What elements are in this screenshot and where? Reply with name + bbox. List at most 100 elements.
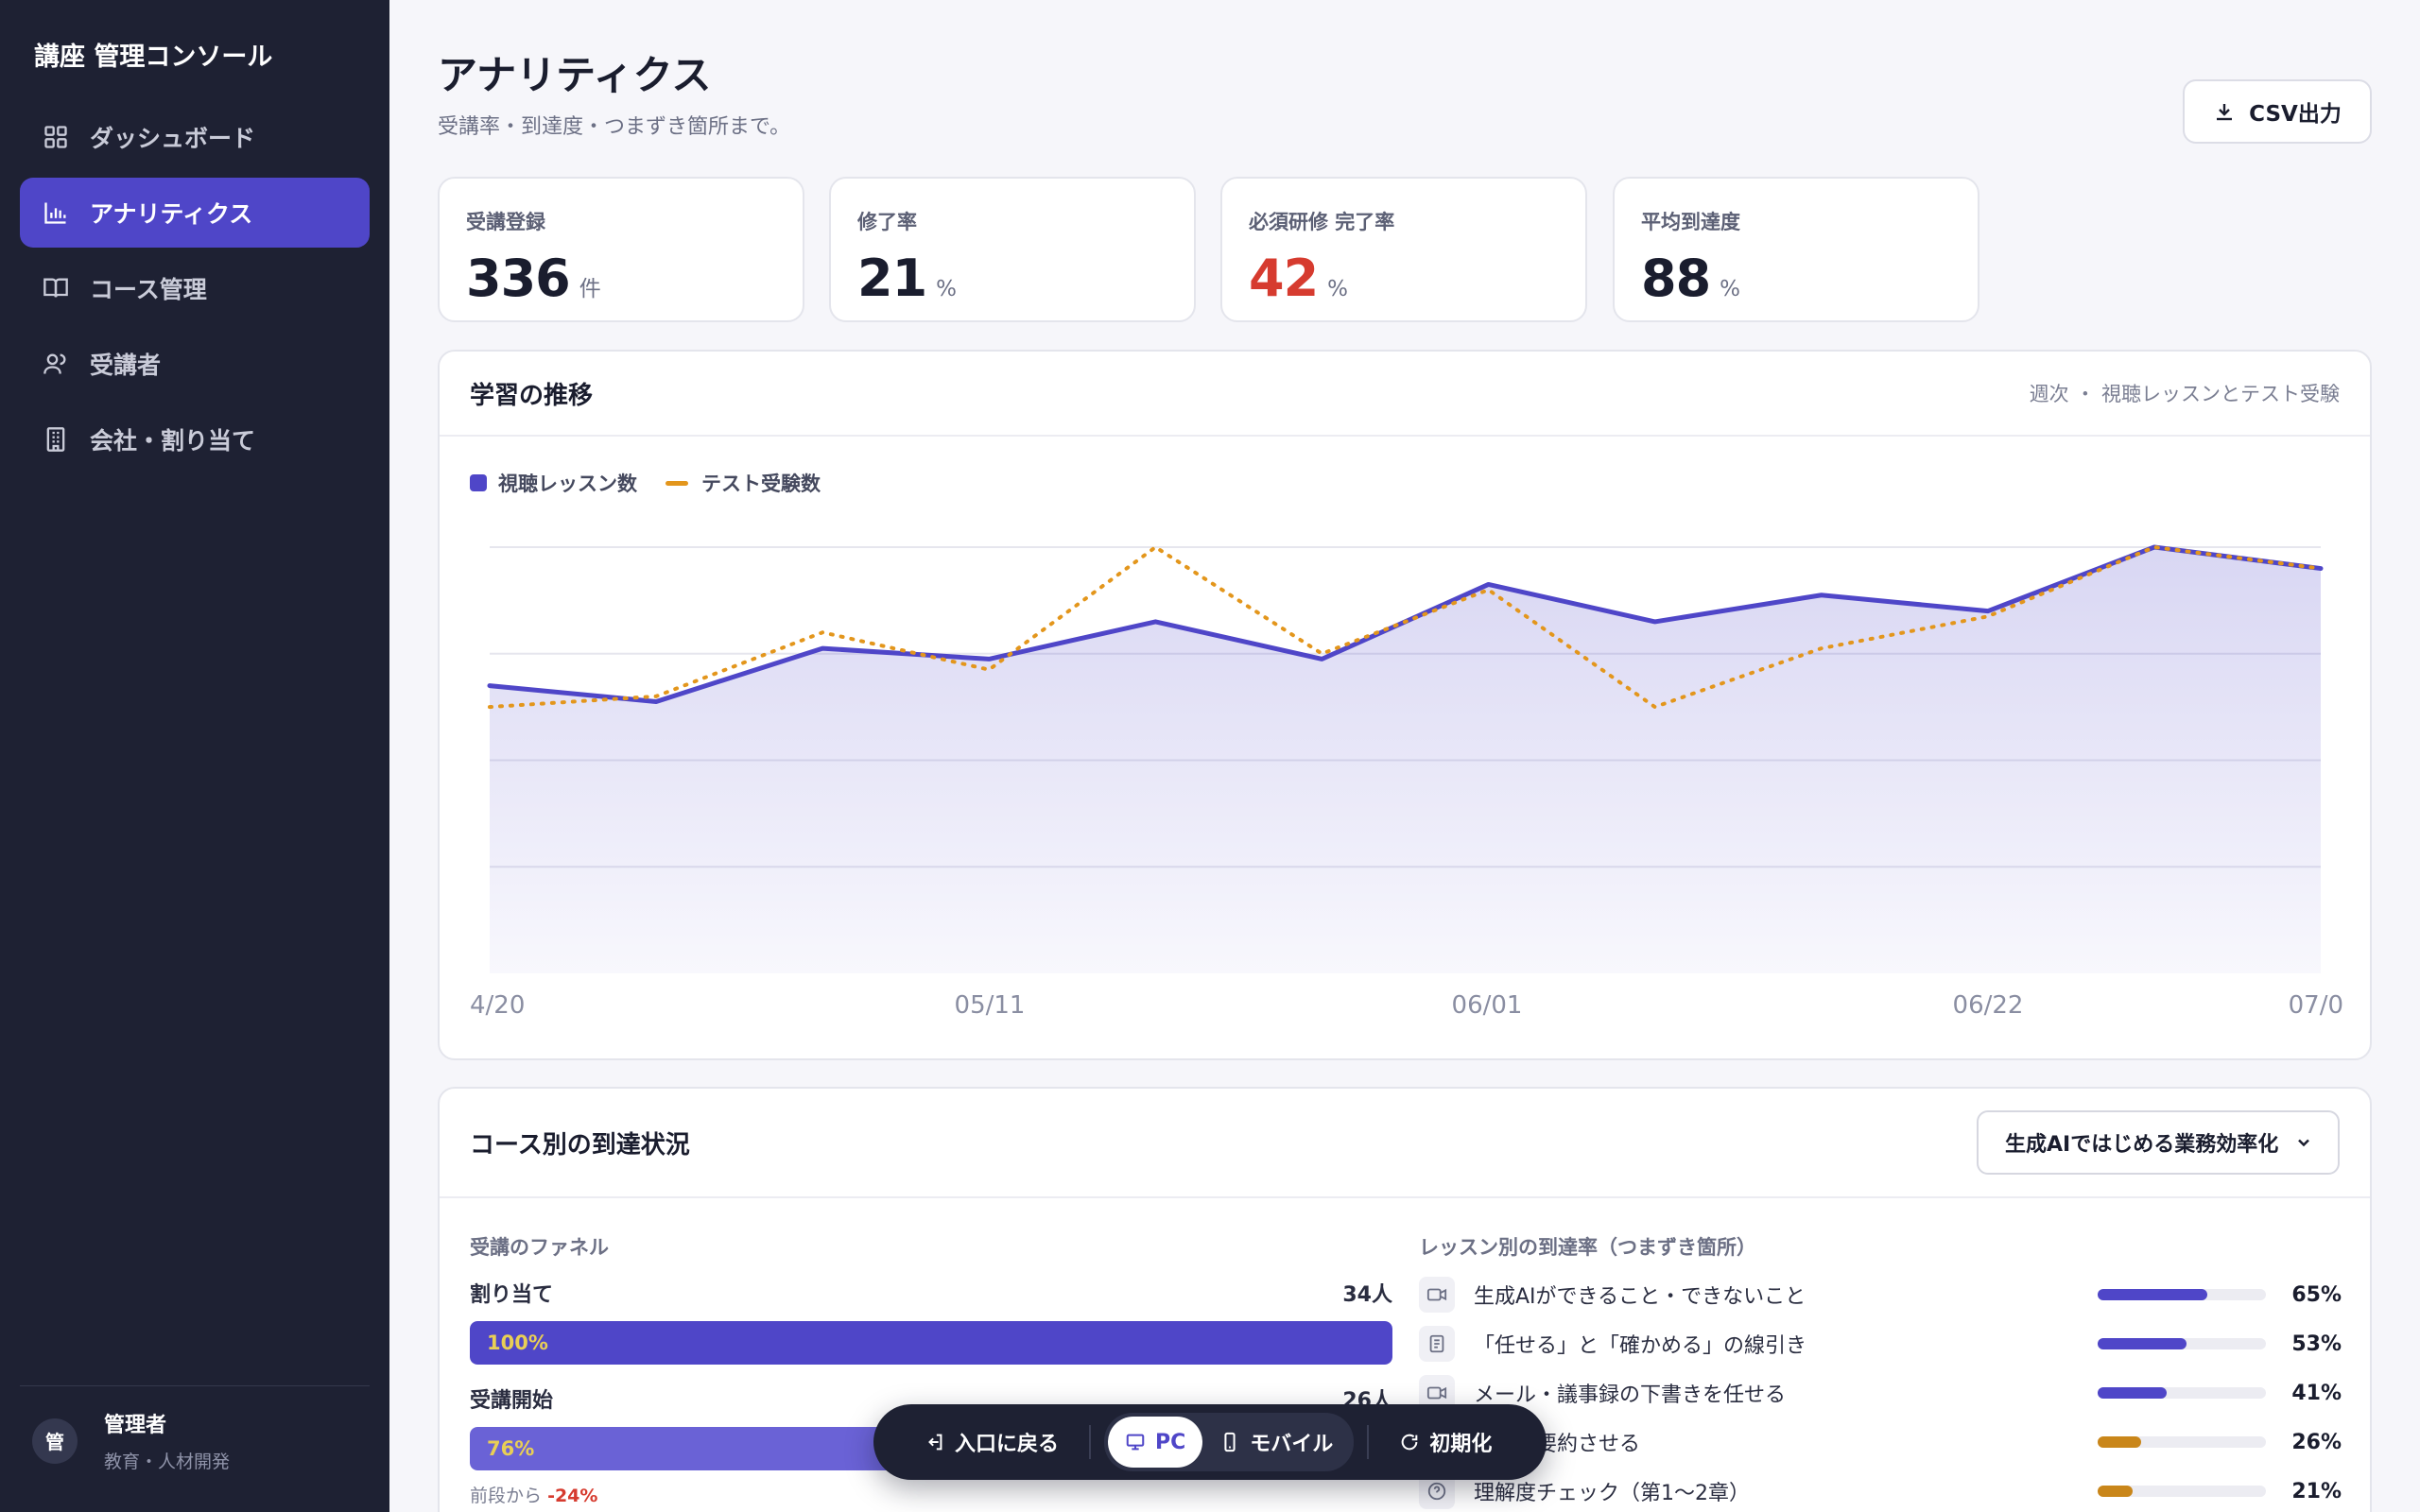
funnel-section-label: 受講のファネル: [470, 1236, 609, 1259]
lesson-title: 理解度チェック（第1〜2章）: [1474, 1482, 1750, 1505]
x-tick-label: 06/01: [1452, 991, 1523, 1020]
sidebar-item-label: 受講者: [90, 352, 162, 379]
book-icon: [43, 278, 68, 298]
funnel-note-prefix: 前段から: [470, 1486, 543, 1506]
pc-view-button[interactable]: PC: [1108, 1417, 1203, 1468]
lesson-progress-fill: [2098, 1436, 2142, 1448]
user-name: 管理者: [104, 1414, 167, 1437]
kpi-value: 336: [466, 249, 571, 308]
sidebar-item-courses[interactable]: コース管理: [20, 253, 370, 323]
lesson-percent: 53%: [2291, 1332, 2342, 1356]
lesson-percent: 65%: [2291, 1282, 2342, 1307]
lesson-row[interactable]: 理解度チェック（第1〜2章） 21%: [1419, 1472, 2342, 1510]
learning-trend-chart: 4/20 05/11 06/01 06/22 07/0: [470, 544, 2343, 1020]
smartphone-icon: [1224, 1432, 1236, 1452]
csv-export-label: CSV出力: [2249, 102, 2342, 127]
kpi-card-average-attainment: 平均到達度 88%: [1613, 177, 1979, 322]
funnel-stage-count: 34人: [1342, 1283, 1392, 1307]
mobile-view-label: モバイル: [1250, 1433, 1334, 1456]
back-to-entry-button[interactable]: 入口に戻る: [908, 1417, 1076, 1468]
lesson-progress-fill: [2098, 1338, 2187, 1349]
reset-button[interactable]: 初期化: [1382, 1417, 1509, 1468]
user-profile[interactable]: 管 管理者 教育・人材開発: [32, 1408, 230, 1473]
toolbar-separator: [1367, 1425, 1370, 1459]
lesson-row[interactable]: 生成AIができること・できないこと 65%: [1419, 1276, 2342, 1314]
reset-label: 初期化: [1429, 1433, 1493, 1456]
page-title: アナリティクス: [438, 52, 712, 98]
sidebar-item-label: ダッシュボード: [90, 125, 256, 152]
kpi-value: 21: [857, 249, 927, 308]
page-subtitle: 受講率・到達度・つまずき箇所まで。: [438, 115, 791, 139]
mobile-view-button[interactable]: モバイル: [1202, 1417, 1350, 1468]
kpi-unit: %: [1327, 277, 1349, 301]
grid-icon: [44, 126, 67, 148]
monitor-icon: [1126, 1434, 1145, 1451]
lesson-title: メール・議事録の下書きを任せる: [1474, 1383, 1787, 1407]
lesson-row[interactable]: 「任せる」と「確かめる」の線引き 53%: [1419, 1325, 2342, 1363]
x-tick-label: 06/22: [1953, 991, 2024, 1020]
lesson-progress-track: [2098, 1338, 2266, 1349]
kpi-unit: %: [1720, 277, 1741, 301]
sidebar-divider: [20, 1385, 370, 1386]
lesson-progress-fill: [2098, 1387, 2167, 1399]
funnel-dropoff-note: 前段から -24%: [470, 1482, 1392, 1507]
kpi-label: 必須研修 完了率: [1249, 211, 1395, 233]
series-area-lessons: [490, 547, 2321, 973]
lesson-percent: 21%: [2291, 1479, 2342, 1503]
kpi-label: 平均到達度: [1641, 211, 1740, 233]
back-to-entry-label: 入口に戻る: [955, 1433, 1060, 1456]
sidebar-nav: ダッシュボード アナリティクス コース管理 受講者 会社・割り当て: [20, 102, 370, 480]
x-tick-label: 05/11: [955, 991, 1026, 1020]
building-icon: [46, 427, 65, 452]
pc-view-label: PC: [1155, 1430, 1186, 1454]
kpi-unit: %: [936, 277, 958, 301]
kpi-card-mandatory-completion: 必須研修 完了率 42%: [1220, 177, 1587, 322]
lesson-percent: 26%: [2291, 1430, 2342, 1454]
sidebar-item-label: 会社・割り当て: [90, 427, 256, 455]
video-icon: [1426, 1386, 1447, 1400]
lesson-progress-track: [2098, 1387, 2266, 1399]
sidebar: 講座 管理コンソール ダッシュボード アナリティクス コース管理 受講者 会社・…: [0, 0, 389, 1512]
lesson-progress-fill: [2098, 1486, 2134, 1497]
document-icon: [1429, 1334, 1444, 1353]
toolbar-separator: [1089, 1425, 1092, 1459]
lesson-progress-track: [2098, 1436, 2266, 1448]
lesson-title: 「任せる」と「確かめる」の線引き: [1474, 1334, 1807, 1358]
course-select[interactable]: 生成AIではじめる業務効率化: [1977, 1110, 2340, 1175]
kpi-card-enrollments: 受講登録 336 件: [438, 177, 804, 322]
x-tick-label: 07/0: [2289, 991, 2343, 1020]
sidebar-item-label: コース管理: [90, 276, 207, 303]
exit-icon: [928, 1434, 942, 1451]
sidebar-item-analytics[interactable]: アナリティクス: [20, 178, 370, 248]
lesson-percent: 41%: [2291, 1381, 2342, 1405]
brand-title: 講座 管理コンソール: [34, 43, 273, 72]
lesson-progress-fill: [2098, 1289, 2207, 1300]
device-toggle: PC モバイル: [1104, 1413, 1355, 1471]
sidebar-item-dashboard[interactable]: ダッシュボード: [20, 102, 370, 172]
sidebar-item-learners[interactable]: 受講者: [20, 329, 370, 399]
lesson-progress-track: [2098, 1289, 2266, 1300]
lesson-row[interactable]: メール・議事録の下書きを任せる 41%: [1419, 1374, 2342, 1412]
user-role: 教育・人材開発: [104, 1452, 231, 1472]
sidebar-item-companies[interactable]: 会社・割り当て: [20, 404, 370, 474]
download-icon: [2217, 104, 2233, 121]
avatar: 管: [32, 1418, 78, 1464]
lesson-progress-track: [2098, 1486, 2266, 1497]
x-tick-label: 4/20: [470, 991, 525, 1020]
video-icon: [1426, 1288, 1447, 1301]
chevron-down-icon: [2298, 1139, 2309, 1147]
funnel-stage-label: 受講開始: [470, 1389, 554, 1413]
funnel-row-assigned: 割り当て 34人 100%: [470, 1278, 1392, 1365]
lesson-type-icon: [1419, 1277, 1455, 1313]
kpi-label: 修了率: [857, 211, 917, 233]
lessons-section-label: レッスン別の到達率（つまずき箇所）: [1419, 1236, 1756, 1259]
learning-trend-panel: 学習の推移 週次 ・ 視聴レッスンとテスト受験 視聴レッスン数 テスト受験数 4…: [438, 350, 2372, 1060]
csv-export-button[interactable]: CSV出力: [2183, 79, 2372, 144]
kpi-card-completion-rate: 修了率 21%: [829, 177, 1196, 322]
kpi-value: 88: [1641, 249, 1711, 308]
lesson-row[interactable]: 資料を要約させる 26%: [1419, 1423, 2342, 1461]
funnel-bar: 100%: [470, 1321, 1392, 1365]
panel-header: コース別の到達状況 生成AIではじめる業務効率化: [440, 1089, 2370, 1198]
funnel-stage-label: 割り当て: [470, 1283, 554, 1307]
refresh-icon: [1402, 1434, 1418, 1451]
